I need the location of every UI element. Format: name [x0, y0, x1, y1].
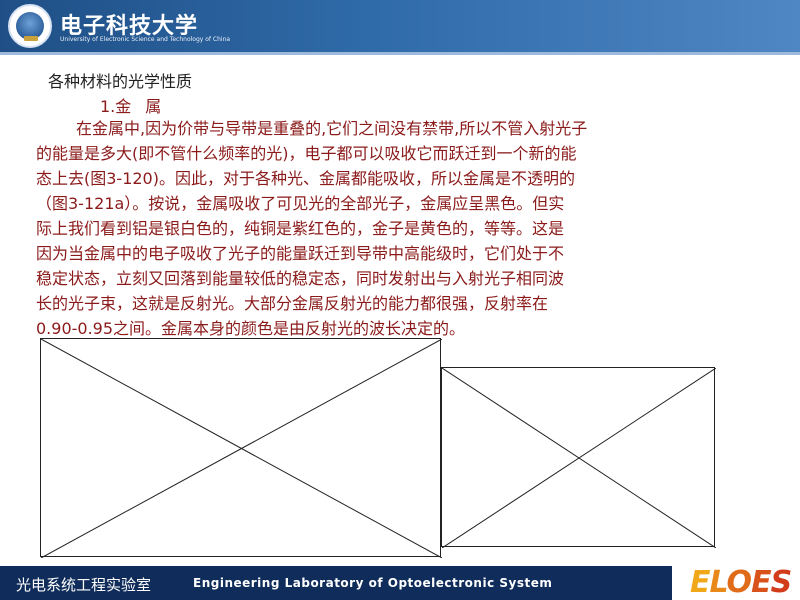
subheading-word: 属 — [145, 97, 162, 116]
section-heading: 各种材料的光学性质 — [48, 72, 193, 91]
image-placeholder-primary — [40, 338, 442, 558]
brand-letter: E — [751, 565, 771, 600]
lab-name-cn: 光电系统工程实验室 — [16, 576, 152, 594]
paragraph-line: 在金属中,因为价带与导带是重叠的,它们之间没有禁带,所以不管入射光子 — [76, 119, 588, 138]
placeholder-cross-icon — [41, 339, 442, 558]
paragraph-line: 态上去(图3-120)。因此，对于各种光、金属都能吸收，所以金属是不透明的 — [36, 169, 575, 188]
paragraph-line: （图3-121a）。按说，金属吸收了可见光的全部光子，金属应呈黑色。但实 — [36, 194, 565, 213]
brand-letter: S — [770, 565, 793, 600]
slide: 电子科技大学 University of Electronic Science … — [0, 0, 800, 600]
brand-letter: L — [709, 565, 728, 600]
university-logo-icon — [8, 4, 52, 48]
body-paragraph: 在金属中,因为价带与导带是重叠的,它们之间没有禁带,所以不管入射光子 的能量是多… — [36, 116, 736, 341]
logo-ribbon — [24, 36, 38, 41]
brand-letter: O — [726, 565, 752, 600]
placeholder-cross-icon — [442, 368, 716, 548]
eloes-logo: ELOES — [690, 565, 793, 600]
subsection-heading: 1.金属 — [100, 93, 161, 117]
image-placeholder-secondary — [441, 367, 716, 548]
brand-letter: E — [690, 565, 710, 600]
paragraph-line: 的能量是多大(即不管什么频率的光)，电子都可以吸收它而跃迁到一个新的能 — [36, 144, 577, 163]
subheading-number: 1.金 — [100, 97, 132, 116]
lab-name-en: Engineering Laboratory of Optoelectronic… — [193, 576, 553, 590]
paragraph-line: 际上我们看到铝是银白色的，纯铜是紫红色的，金子是黄色的，等等。这是 — [36, 219, 565, 238]
university-name-en: University of Electronic Science and Tec… — [60, 36, 231, 43]
header-divider — [0, 52, 800, 55]
paragraph-line: 因为当金属中的电子吸收了光子的能量跃迁到导带中高能级时，它们处于不 — [36, 244, 565, 263]
paragraph-line: 稳定状态，立刻又回落到能量较低的稳定态，同时发射出与入射光子相同波 — [36, 269, 565, 288]
paragraph-line: 长的光子束，这就是反射光。大部分金属反射光的能力都很强，反射率在 — [36, 294, 549, 313]
